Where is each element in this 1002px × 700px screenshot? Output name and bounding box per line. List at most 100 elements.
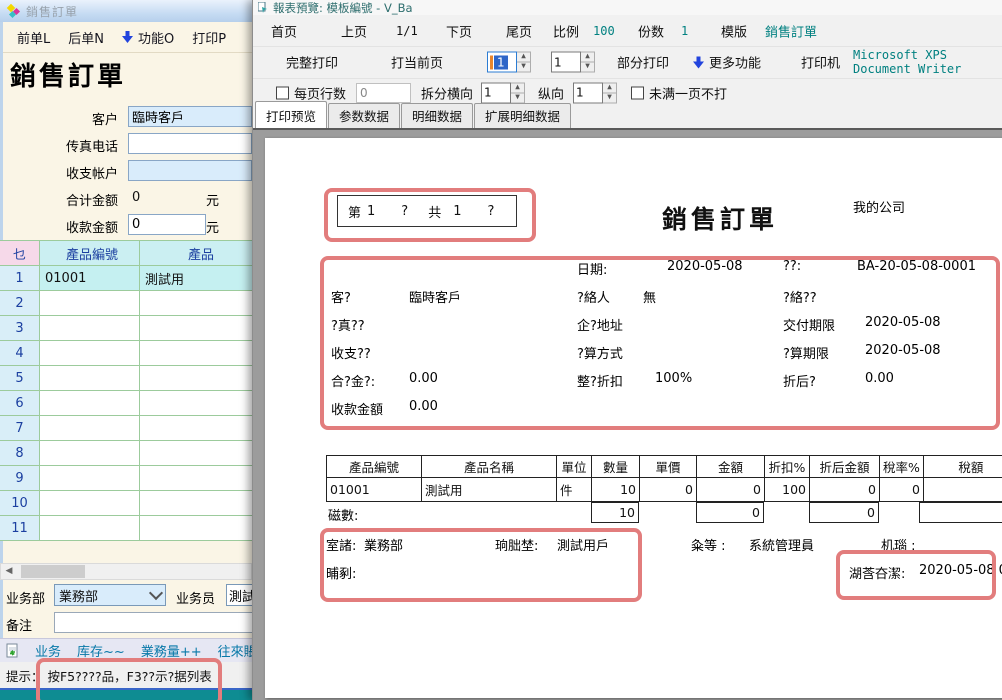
grid-corner-header: 乜	[0, 241, 40, 266]
grid-row[interactable]: 3	[0, 316, 258, 341]
horizontal-scrollbar[interactable]: ◀	[0, 563, 252, 580]
cell-product-code[interactable]	[40, 391, 140, 416]
cell-product-code[interactable]	[40, 291, 140, 316]
split-horizontal-spinner[interactable]: 1 ▲▼	[481, 82, 525, 103]
scroll-left-arrow-icon[interactable]: ◀	[1, 564, 17, 579]
rows-per-page-input[interactable]	[356, 83, 411, 103]
preview-titlebar[interactable]: 報表預覽: 模板編號 - V_Ba	[253, 0, 1002, 15]
grid-row[interactable]: 4	[0, 341, 258, 366]
full-print-button[interactable]: 完整打印	[286, 53, 338, 72]
sign-dept-label: 室諸:	[326, 535, 356, 554]
from-page-spinner[interactable]: 1 ▲▼	[487, 52, 531, 73]
cell-product-code[interactable]	[40, 516, 140, 541]
print-current-page-button[interactable]: 打当前页	[391, 53, 443, 72]
fax-input[interactable]	[128, 133, 252, 154]
cell-product-code[interactable]	[40, 366, 140, 391]
grid-row[interactable]: 6	[0, 391, 258, 416]
grid-header-row: 乜 產品編號 產品	[0, 241, 258, 266]
cell-product-code[interactable]	[40, 441, 140, 466]
partial-print-button[interactable]: 部分打印	[617, 53, 669, 72]
order-lines-grid[interactable]: 乜 產品編號 產品 1 01001 測試用 2 3 4 5 6 7 8 9 10…	[0, 240, 258, 541]
grid-row[interactable]: 10	[0, 491, 258, 516]
cell-product-name[interactable]	[140, 391, 258, 416]
account-input[interactable]	[128, 160, 252, 181]
cell-product-name[interactable]	[140, 491, 258, 516]
total-value: 0.00	[409, 371, 438, 386]
rows-per-page-checkbox[interactable]	[276, 86, 289, 99]
grid-row[interactable]: 9	[0, 466, 258, 491]
printer-label[interactable]: 打印机	[801, 53, 840, 72]
not-full-page-checkbox[interactable]	[631, 86, 644, 99]
grid-row[interactable]: 11	[0, 516, 258, 541]
col-product-code: 產品編號	[327, 456, 422, 478]
spinner-buttons[interactable]: ▲▼	[581, 52, 595, 73]
row-number: 4	[0, 341, 40, 366]
hint-text: 提示： 按F5????品，F3??示?据列表	[6, 666, 212, 685]
grid-row[interactable]: 2	[0, 291, 258, 316]
dept-select[interactable]: 業務部	[54, 584, 166, 606]
cell-product-code[interactable]: 01001	[40, 266, 140, 291]
tab-extended-detail-data[interactable]: 扩展明细数据	[474, 103, 571, 128]
tab-parameter-data[interactable]: 参数数据	[328, 103, 400, 128]
grid-row[interactable]: 7	[0, 416, 258, 441]
more-functions-button[interactable]: 更多功能	[693, 53, 761, 72]
cell-product-name[interactable]	[140, 466, 258, 491]
split-vertical-spinner[interactable]: 1 ▲▼	[573, 82, 617, 103]
menu-functions[interactable]: 功能O	[122, 28, 174, 47]
menu-next-order[interactable]: 后单N	[68, 28, 104, 47]
app-icon	[6, 4, 21, 19]
scrollbar-thumb[interactable]	[21, 565, 85, 578]
sum-amount: 0	[696, 502, 764, 523]
grid-row[interactable]: 8	[0, 441, 258, 466]
cell-product-name[interactable]	[140, 416, 258, 441]
spinner-buttons[interactable]: ▲▼	[511, 82, 525, 103]
to-page-spinner[interactable]: 1 ▲▼	[551, 52, 595, 73]
cell-product-name[interactable]	[140, 341, 258, 366]
grid-row[interactable]: 1 01001 測試用	[0, 266, 258, 291]
detail-data-row: 01001 測試用 件 10 0 0 100 0 0	[327, 478, 1002, 502]
customer-value: 臨時客戶	[409, 287, 461, 306]
preview-canvas[interactable]: 第 1 ? 共 1 ? 銷售訂單 我的公司 日期: 2020-05-08 ??:…	[253, 130, 1002, 700]
scale-value[interactable]: 100	[593, 24, 615, 38]
sales-order-titlebar[interactable]: 銷售訂單	[0, 0, 258, 22]
prev-page-button[interactable]: 上页	[341, 21, 367, 40]
sign-dept-value: 業務部	[364, 535, 403, 554]
cell-product-code[interactable]	[40, 341, 140, 366]
first-page-button[interactable]: 首页	[271, 21, 297, 40]
menu-print[interactable]: 打印P	[192, 28, 226, 47]
refresh-doc-icon[interactable]	[6, 643, 19, 658]
cell-product-code[interactable]	[40, 491, 140, 516]
cell-product-name[interactable]: 測試用	[140, 266, 258, 291]
cell-product-code[interactable]	[40, 416, 140, 441]
col-discount-pct: 折扣%	[765, 456, 810, 478]
last-page-button[interactable]: 尾页	[506, 21, 532, 40]
template-name[interactable]: 銷售訂單	[765, 21, 817, 40]
note-input[interactable]	[54, 612, 254, 633]
spin-up-icon: ▲	[517, 53, 530, 63]
customer-input[interactable]	[128, 106, 252, 127]
chevron-down-icon	[149, 586, 163, 600]
cell-product-code[interactable]	[40, 466, 140, 491]
cell-product-name[interactable]	[140, 316, 258, 341]
tab-inventory[interactable]: 库存~~	[77, 641, 125, 660]
received-amount-input[interactable]	[128, 214, 206, 235]
tab-print-preview[interactable]: 打印预览	[255, 101, 327, 128]
cell-product-name[interactable]	[140, 441, 258, 466]
spinner-buttons[interactable]: ▲▼	[603, 82, 617, 103]
cell-product-code: 01001	[327, 478, 422, 502]
cell-product-name[interactable]	[140, 291, 258, 316]
copies-value[interactable]: 1	[681, 24, 688, 38]
cell-product-name[interactable]	[140, 516, 258, 541]
after-discount-label: 折后?	[783, 371, 816, 390]
tab-detail-data[interactable]: 明细数据	[401, 103, 473, 128]
grid-row[interactable]: 5	[0, 366, 258, 391]
next-page-button[interactable]: 下页	[446, 21, 472, 40]
menu-prev-order[interactable]: 前单L	[17, 28, 50, 47]
tab-business-volume[interactable]: 業務量++	[141, 641, 202, 660]
tab-accounts[interactable]: 往來賬	[218, 641, 257, 660]
spinner-buttons[interactable]: ▲▼	[517, 52, 531, 73]
cell-product-code[interactable]	[40, 316, 140, 341]
received-amount-unit: 元	[206, 217, 219, 236]
tab-business[interactable]: 业务	[35, 641, 61, 660]
cell-product-name[interactable]	[140, 366, 258, 391]
